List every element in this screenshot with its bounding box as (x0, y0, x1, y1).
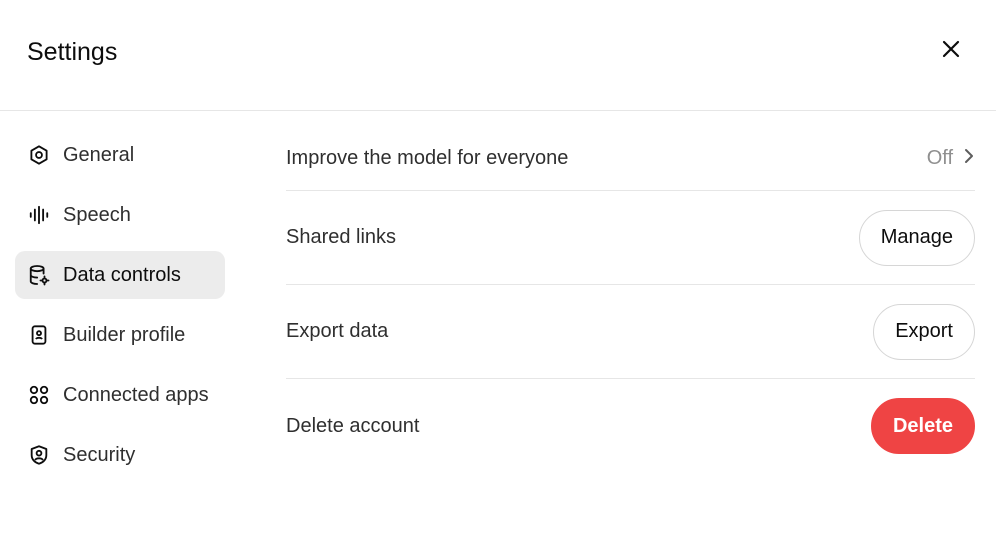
settings-sidebar: General Speech Data controls Builder pro… (15, 131, 225, 491)
data-controls-panel: Improve the model for everyone Off Share… (286, 126, 975, 473)
sidebar-item-builder-profile[interactable]: Builder profile (15, 311, 225, 359)
dialog-header: Settings (0, 0, 996, 111)
waveform-icon (27, 203, 51, 227)
row-label: Improve the model for everyone (286, 146, 569, 169)
dialog-title: Settings (27, 38, 118, 66)
shield-user-icon (27, 443, 51, 467)
close-button[interactable] (932, 32, 970, 70)
id-badge-icon (27, 323, 51, 347)
sidebar-item-label: Builder profile (63, 323, 186, 346)
sidebar-item-data-controls[interactable]: Data controls (15, 251, 225, 299)
sidebar-item-connected-apps[interactable]: Connected apps (15, 371, 225, 419)
sidebar-item-label: Security (63, 443, 136, 466)
manage-button[interactable]: Manage (858, 209, 975, 266)
sidebar-item-label: Data controls (63, 263, 181, 286)
apps-grid-icon (27, 383, 51, 407)
settings-row-shared-links: Shared links Manage (286, 191, 975, 285)
improve-model-toggle[interactable]: Off (927, 147, 975, 170)
row-label: Shared links (286, 226, 397, 248)
sidebar-item-general[interactable]: General (15, 131, 225, 179)
settings-dialog: Settings General Speech Data controls Bu… (0, 0, 996, 546)
settings-row-improve-model: Improve the model for everyone Off (286, 126, 975, 191)
close-icon (941, 39, 961, 64)
chevron-right-icon (963, 147, 975, 170)
row-label: Delete account (286, 414, 420, 437)
improve-model-value: Off (926, 146, 953, 169)
row-label: Export data (286, 320, 389, 342)
sidebar-item-label: General (63, 143, 135, 166)
gear-icon (27, 143, 51, 167)
delete-account-button[interactable]: Delete (870, 398, 975, 454)
sidebar-item-label: Speech (63, 203, 131, 226)
settings-row-export-data: Export data Export (286, 285, 975, 379)
database-settings-icon (27, 263, 51, 287)
sidebar-item-security[interactable]: Security (15, 431, 225, 479)
sidebar-item-label: Connected apps (63, 383, 209, 406)
sidebar-item-speech[interactable]: Speech (15, 191, 225, 239)
export-button[interactable]: Export (873, 303, 975, 360)
settings-row-delete-account: Delete account Delete (286, 379, 975, 473)
